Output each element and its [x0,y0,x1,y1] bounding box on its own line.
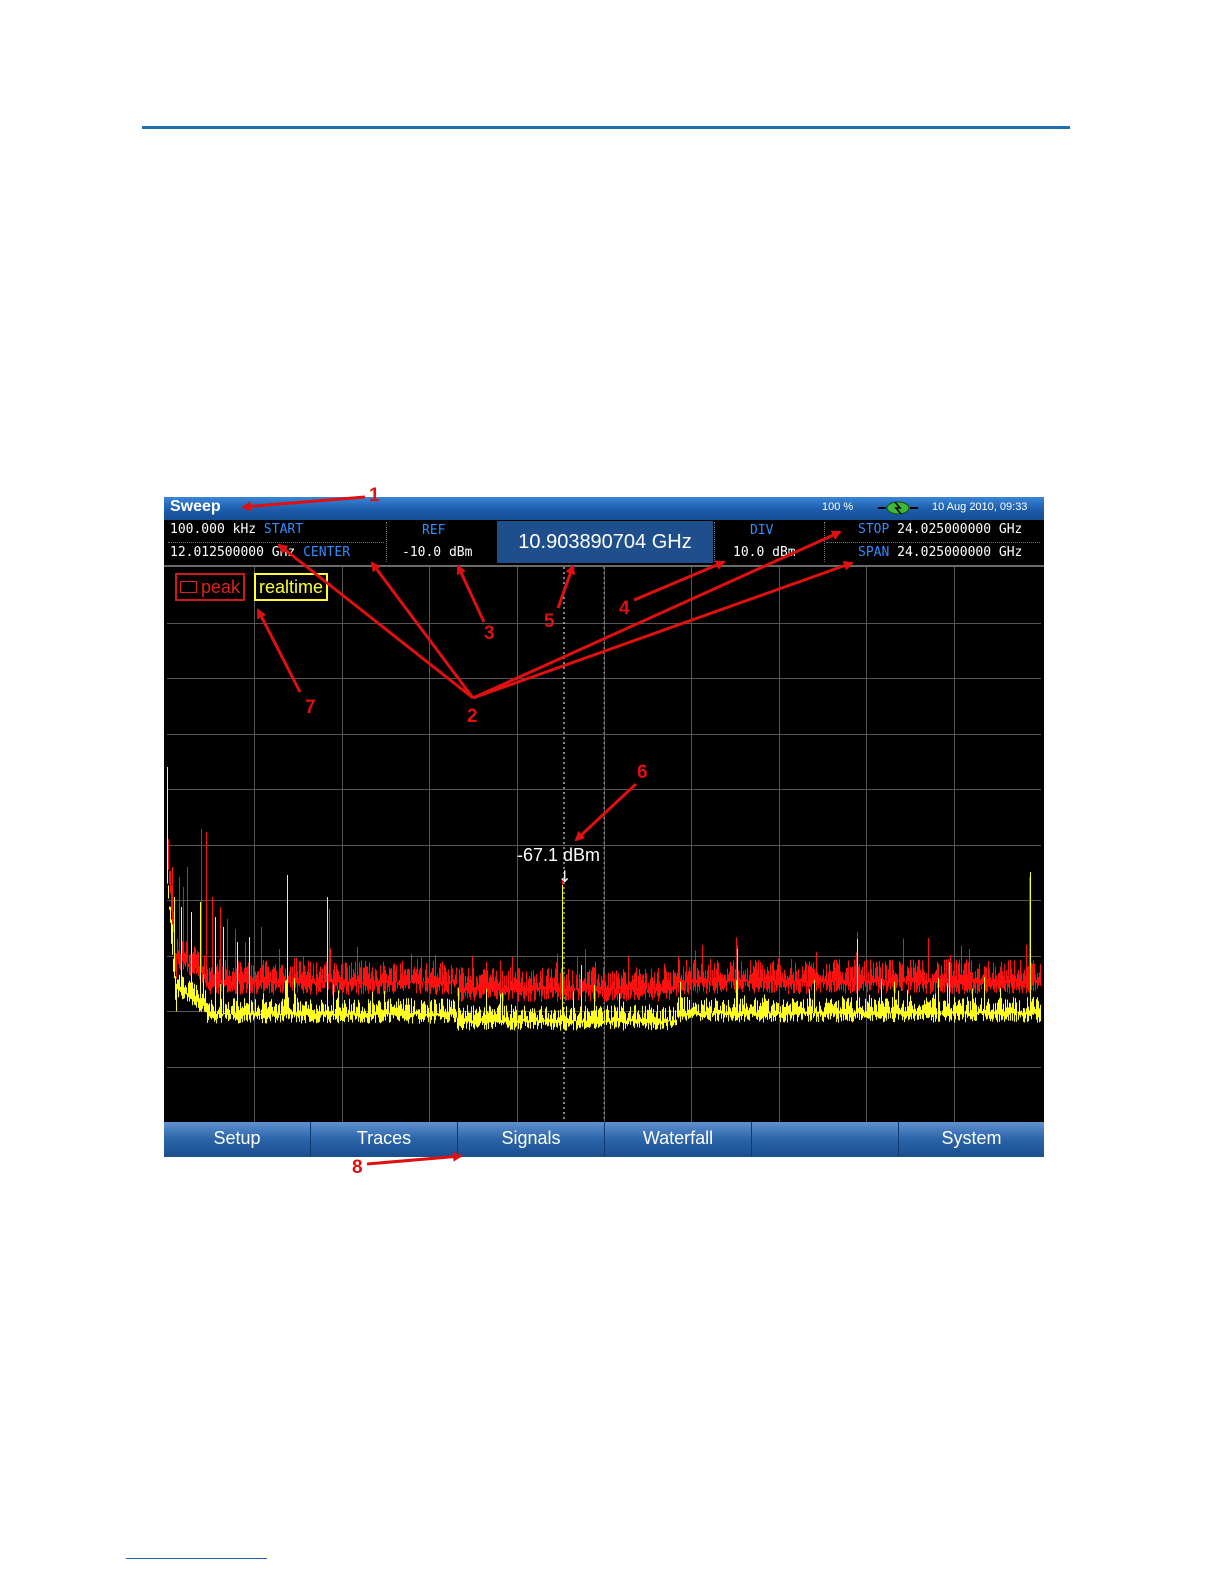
callout-2: 2 [467,706,478,727]
callout-1: 1 [369,485,380,506]
callout-7: 7 [305,697,316,718]
callout-5: 5 [544,611,555,632]
callout-8: 8 [352,1157,363,1178]
callout-6: 6 [637,762,648,783]
callout-4: 4 [619,598,630,619]
footnote-rule [126,1558,267,1559]
callout-annotations: 1 2 3 4 5 6 7 8 [241,485,854,1178]
callout-3: 3 [484,623,495,644]
